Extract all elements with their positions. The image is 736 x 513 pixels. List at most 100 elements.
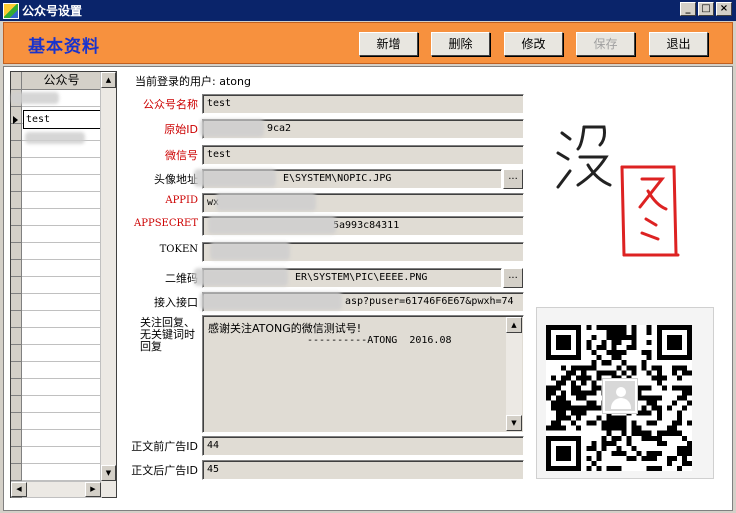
- scroll-left-icon[interactable]: ◀: [11, 482, 27, 497]
- current-user-label: 当前登录的用户: atong: [135, 75, 251, 88]
- table-row[interactable]: [22, 430, 102, 447]
- original-id-label: 原始ID: [164, 123, 198, 136]
- row-indicator[interactable]: [11, 362, 22, 379]
- delete-button[interactable]: 删除: [431, 32, 490, 56]
- auto-reply-line-1: 感谢关注ATONG的微信测试号!: [208, 322, 362, 335]
- table-row[interactable]: [22, 294, 102, 311]
- title-bar: 公众号设置 _ □ ×: [0, 0, 736, 21]
- row-indicator[interactable]: [11, 192, 22, 209]
- row-indicator[interactable]: [11, 226, 22, 243]
- row-indicator[interactable]: [11, 260, 22, 277]
- table-row[interactable]: [22, 379, 102, 396]
- close-button[interactable]: ×: [716, 2, 732, 16]
- table-row[interactable]: [22, 260, 102, 277]
- row-indicator[interactable]: [11, 328, 22, 345]
- ad-before-field[interactable]: 44: [202, 436, 524, 456]
- account-name-label: 公众号名称: [143, 98, 198, 111]
- save-button[interactable]: 保存: [576, 32, 635, 56]
- table-row[interactable]: [22, 328, 102, 345]
- table-row[interactable]: [22, 277, 102, 294]
- row-indicator[interactable]: [11, 464, 22, 481]
- table-row[interactable]: [22, 175, 102, 192]
- scroll-up-icon[interactable]: ▲: [506, 317, 522, 333]
- app-icon: [3, 2, 19, 19]
- api-url-label: 接入接口: [154, 296, 198, 309]
- table-row[interactable]: [22, 447, 102, 464]
- grid-corner: [11, 72, 22, 90]
- table-row[interactable]: [22, 311, 102, 328]
- page-title: 基本资料: [28, 37, 100, 57]
- wechat-id-field[interactable]: test: [202, 145, 524, 165]
- row-indicator[interactable]: [11, 141, 22, 158]
- row-indicator[interactable]: [11, 345, 22, 362]
- redacted-region: [11, 92, 59, 104]
- edit-button[interactable]: 修改: [504, 32, 563, 56]
- table-row[interactable]: [22, 192, 102, 209]
- row-indicator[interactable]: [11, 396, 22, 413]
- browse-qrcode-button[interactable]: ...: [503, 268, 523, 288]
- redacted-region: [200, 292, 342, 310]
- redacted-region: [210, 242, 290, 260]
- ad-after-field[interactable]: 45: [202, 460, 524, 480]
- table-row[interactable]: [22, 464, 102, 481]
- maximize-button[interactable]: □: [698, 2, 714, 16]
- redacted-region: [216, 193, 316, 211]
- minimize-button[interactable]: _: [680, 2, 696, 16]
- account-grid[interactable]: 公众号 test ▲ ▼ ◀ ▶: [10, 71, 117, 498]
- row-indicator[interactable]: [11, 124, 22, 141]
- row-indicator[interactable]: [11, 294, 22, 311]
- browse-avatar-button[interactable]: ...: [503, 169, 523, 189]
- avatar-path-label: 头像地址: [154, 173, 198, 186]
- ad-before-label: 正文前广告ID: [131, 440, 198, 453]
- auto-reply-line-2: ----------ATONG 2016.08: [307, 335, 452, 346]
- toolbar: 基本资料 新增 删除 修改 保存 退出: [3, 22, 733, 64]
- auto-reply-label: 关注回复、无关键词时回复: [140, 316, 195, 353]
- new-button[interactable]: 新增: [359, 32, 418, 56]
- scroll-up-icon[interactable]: ▲: [101, 72, 116, 88]
- redacted-region: [194, 169, 276, 187]
- account-name-field[interactable]: test: [202, 94, 524, 114]
- appsecret-label: APPSECRET: [134, 218, 198, 229]
- wechat-id-label: 微信号: [165, 149, 198, 162]
- qrcode-avatar-icon: [603, 379, 637, 413]
- grid-cell-active[interactable]: test: [23, 110, 102, 129]
- grid-column-header[interactable]: 公众号: [22, 72, 102, 90]
- row-indicator[interactable]: [11, 243, 22, 260]
- textarea-scrollbar[interactable]: ▲ ▼: [506, 317, 522, 431]
- redacted-region: [194, 268, 288, 286]
- row-indicator[interactable]: [11, 430, 22, 447]
- row-indicator[interactable]: [11, 413, 22, 430]
- scroll-down-icon[interactable]: ▼: [506, 415, 522, 431]
- exit-button[interactable]: 退出: [649, 32, 708, 56]
- table-row[interactable]: [22, 396, 102, 413]
- table-row[interactable]: [22, 413, 102, 430]
- redacted-region: [200, 119, 264, 137]
- main-panel: 公众号 test ▲ ▼ ◀ ▶ 当前登录的用户: atong 公众号名称 te…: [3, 66, 733, 511]
- appid-label: APPID: [165, 195, 198, 206]
- grid-horizontal-scrollbar[interactable]: ◀ ▶: [11, 481, 101, 497]
- scroll-right-icon[interactable]: ▶: [85, 482, 101, 497]
- ad-after-label: 正文后广告ID: [131, 464, 198, 477]
- row-indicator[interactable]: [11, 311, 22, 328]
- row-indicator[interactable]: [11, 209, 22, 226]
- avatar-image: [556, 125, 680, 257]
- token-label: TOKEN: [159, 244, 198, 255]
- current-row-indicator-icon: [13, 116, 18, 124]
- row-indicator[interactable]: [11, 379, 22, 396]
- row-indicator[interactable]: [11, 158, 22, 175]
- table-row[interactable]: [22, 243, 102, 260]
- table-row[interactable]: [22, 345, 102, 362]
- table-row[interactable]: [22, 209, 102, 226]
- table-row[interactable]: [22, 362, 102, 379]
- row-indicator[interactable]: [11, 277, 22, 294]
- row-indicator[interactable]: [11, 447, 22, 464]
- redacted-region: [25, 132, 85, 144]
- row-indicator[interactable]: [11, 175, 22, 192]
- window-title: 公众号设置: [22, 4, 83, 18]
- table-row[interactable]: [22, 158, 102, 175]
- scroll-down-icon[interactable]: ▼: [101, 465, 116, 481]
- redacted-region: [208, 216, 336, 234]
- table-row[interactable]: [22, 226, 102, 243]
- auto-reply-textarea[interactable]: 感谢关注ATONG的微信测试号! ----------ATONG 2016.08…: [202, 315, 524, 433]
- grid-vertical-scrollbar[interactable]: ▲ ▼: [100, 72, 116, 497]
